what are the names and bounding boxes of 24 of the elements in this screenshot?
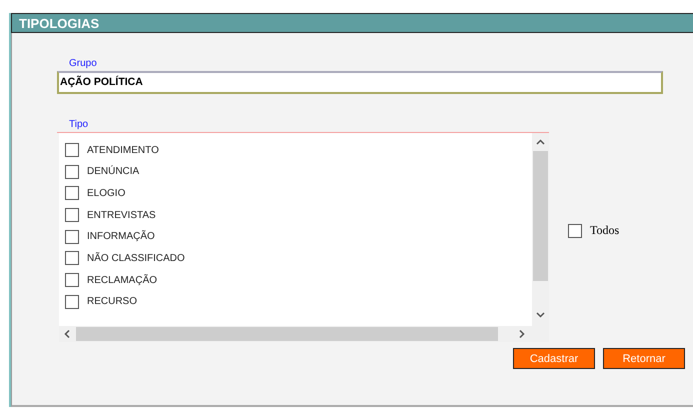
group-field[interactable]: AÇÃO POLÍTICA [57,71,663,94]
checkbox[interactable] [65,251,79,266]
checkbox-label: ENTREVISTAS [87,210,156,221]
checkbox-label: INFORMAÇÃO [87,231,155,242]
checkbox[interactable] [65,294,79,309]
field-label: Grupo [69,58,97,70]
checkbox-label: Todos [590,223,620,238]
checkbox[interactable] [568,224,582,238]
field-label: Tipo [69,119,88,131]
checkbox[interactable] [65,273,79,288]
type-list[interactable]: ATENDIMENTO DENÚNCIA ELOGIO ENTREVISTAS INFORMAÇÃO NÃO CLASSIFICADO RECLAMAÇÃO RECURSO [59,133,549,342]
checkbox[interactable] [65,186,79,200]
checkbox[interactable] [65,143,79,157]
checkbox[interactable] [65,230,79,244]
checkbox-label: ATENDIMENTO [87,144,159,156]
vertical-scrollbar[interactable] [532,133,549,326]
checkbox-label: ELOGIO [87,188,126,199]
checkbox[interactable] [65,208,79,222]
checkbox-label: NÃO CLASSIFICADO [87,252,185,264]
checkbox-label: DENÚNCIA [87,166,140,178]
panel-title: TIPOLOGIAS [11,13,693,33]
checkbox-label: RECURSO [87,296,138,308]
checkbox[interactable] [65,164,79,179]
checkbox-label: RECLAMAÇÃO [87,274,158,286]
